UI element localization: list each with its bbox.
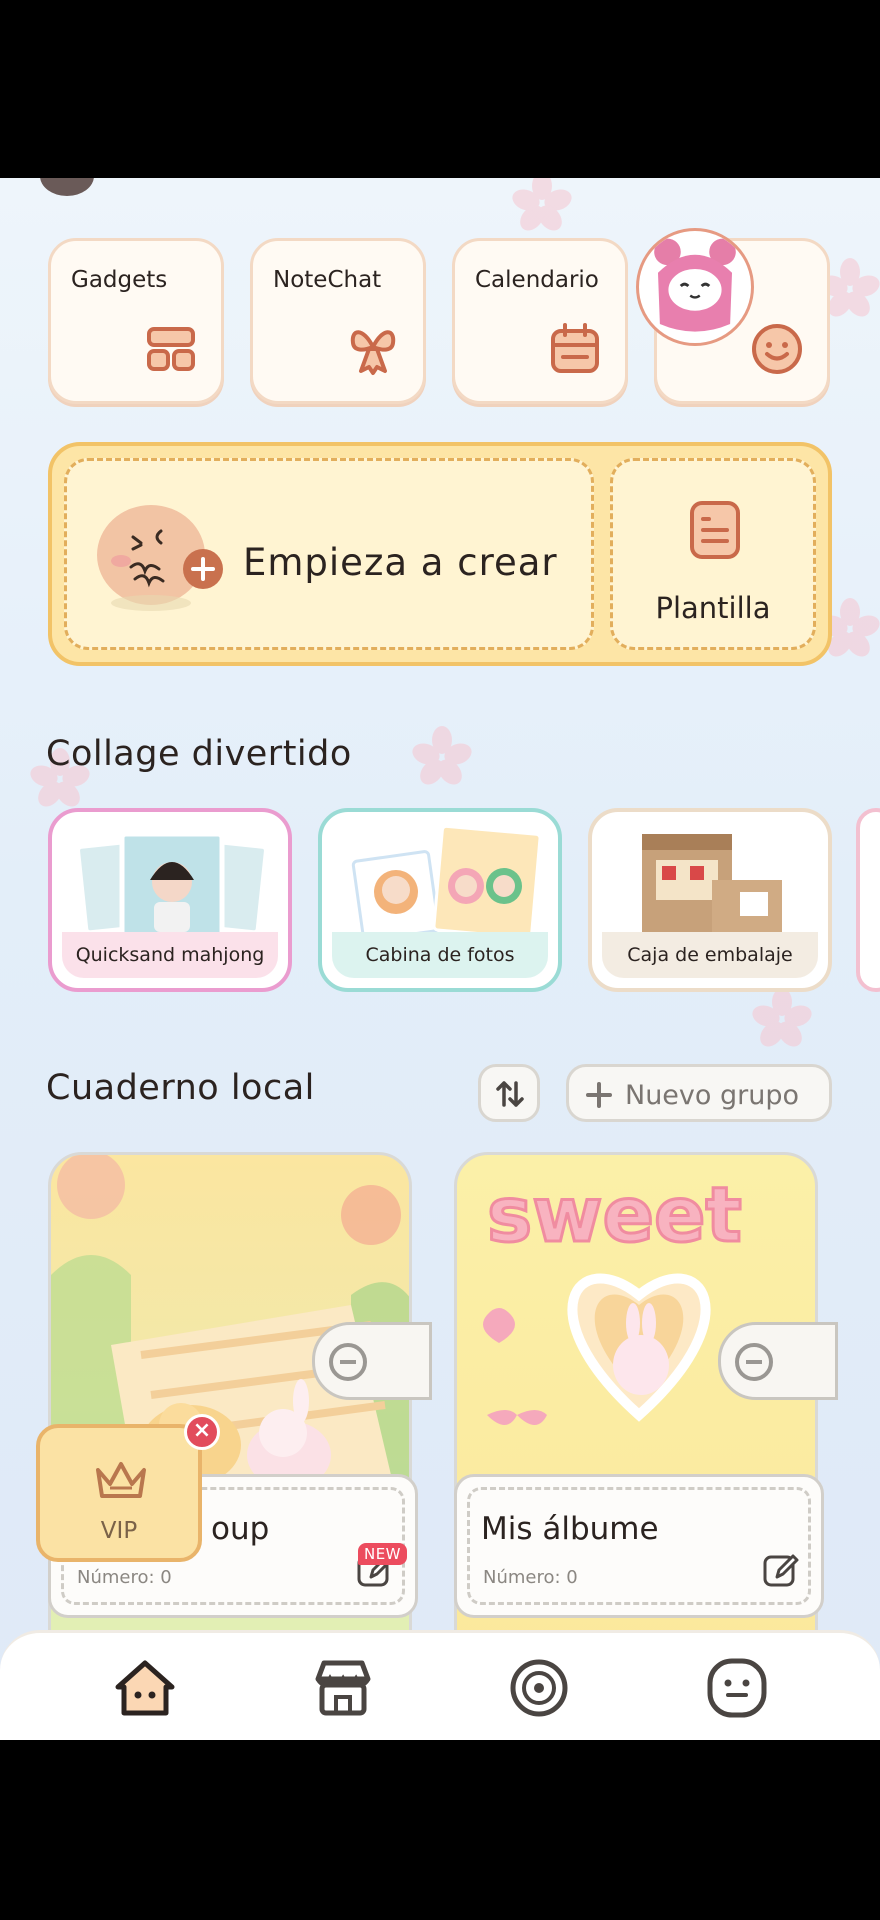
blossom-decoration <box>412 726 472 785</box>
new-badge: NEW <box>357 1543 407 1565</box>
notebook-count: Número: 0 <box>483 1567 578 1588</box>
template-icon <box>690 501 740 559</box>
notebook-clasp[interactable] <box>718 1322 838 1400</box>
discover-icon[interactable] <box>504 1655 574 1721</box>
collage-label: Quicksand mahjong <box>62 932 278 978</box>
notebook-name: Mis álbume <box>481 1511 659 1547</box>
status-bar-black <box>0 0 880 178</box>
tile-gadgets[interactable]: Gadgets <box>48 238 224 404</box>
template-button[interactable]: Plantilla <box>610 458 816 650</box>
local-section-title: Cuaderno local <box>46 1068 315 1108</box>
widgets-icon <box>147 327 195 371</box>
tile-label: NoteChat <box>273 267 382 293</box>
notebook-name: oup <box>211 1511 270 1547</box>
photo-booth-thumbnail <box>351 826 542 940</box>
notebook-card[interactable]: oup Número: 0 NEW <box>48 1152 432 1672</box>
template-label: Plantilla <box>655 591 771 625</box>
mahjong-thumbnail <box>76 831 268 939</box>
store-icon[interactable] <box>308 1655 378 1721</box>
mascot-image <box>639 231 751 343</box>
avatar[interactable] <box>40 178 94 196</box>
tile-label: Gadgets <box>71 267 168 293</box>
collage-section-title: Collage divertido <box>46 734 352 774</box>
blossom-decoration <box>512 178 572 231</box>
vip-button[interactable]: VIP <box>36 1424 202 1562</box>
mascot-avatar[interactable] <box>636 228 754 346</box>
crown-icon <box>96 1462 146 1498</box>
bottom-navigation <box>0 1630 880 1740</box>
collage-card-photo-booth[interactable]: Cabina de fotos <box>318 808 562 992</box>
calendar-icon <box>551 323 599 373</box>
profile-icon[interactable] <box>702 1655 772 1721</box>
potato-character-icon <box>97 505 223 611</box>
create-banner: Empieza a crear Plantilla <box>48 442 832 666</box>
vip-label: VIP <box>100 1518 138 1544</box>
new-group-label: Nuevo grupo <box>625 1080 800 1111</box>
notebook-clasp[interactable] <box>312 1322 432 1400</box>
home-icon[interactable] <box>110 1655 180 1721</box>
collage-card-partial[interactable] <box>856 808 880 992</box>
notebook-card[interactable]: sweet Mis álbume Número: 0 <box>454 1152 838 1672</box>
collage-label: Caja de embalaje <box>602 932 818 978</box>
close-icon[interactable]: × <box>184 1414 220 1450</box>
start-creating-button[interactable]: Empieza a crear <box>64 458 594 650</box>
create-title: Empieza a crear <box>243 541 558 584</box>
tile-label: Calendario <box>475 267 599 293</box>
edit-icon[interactable] <box>761 1551 801 1591</box>
packing-box-thumbnail <box>642 834 782 936</box>
blossom-decoration <box>752 988 812 1047</box>
svg-text:sweet: sweet <box>487 1170 742 1259</box>
smiley-icon <box>752 324 802 374</box>
nav-bar-black <box>0 1740 880 1920</box>
home-screen: Gadgets NoteChat Calendario Empieza a cr… <box>0 178 880 1740</box>
minus-icon <box>735 1343 773 1381</box>
notebook-label: Mis álbume Número: 0 <box>454 1474 824 1618</box>
tile-calendario[interactable]: Calendario <box>452 238 628 404</box>
collage-card-packing-box[interactable]: Caja de embalaje <box>588 808 832 992</box>
tile-notechat[interactable]: NoteChat <box>250 238 426 404</box>
new-group-button[interactable]: Nuevo grupo <box>566 1064 832 1122</box>
plus-icon <box>586 1082 612 1108</box>
collage-label: Cabina de fotos <box>332 932 548 978</box>
notebook-count: Número: 0 <box>77 1567 172 1588</box>
bow-icon <box>350 330 396 375</box>
collage-card-mahjong[interactable]: Quicksand mahjong <box>48 808 292 992</box>
sort-button[interactable] <box>478 1064 540 1122</box>
minus-icon <box>329 1343 367 1381</box>
sort-icon <box>496 1081 524 1107</box>
